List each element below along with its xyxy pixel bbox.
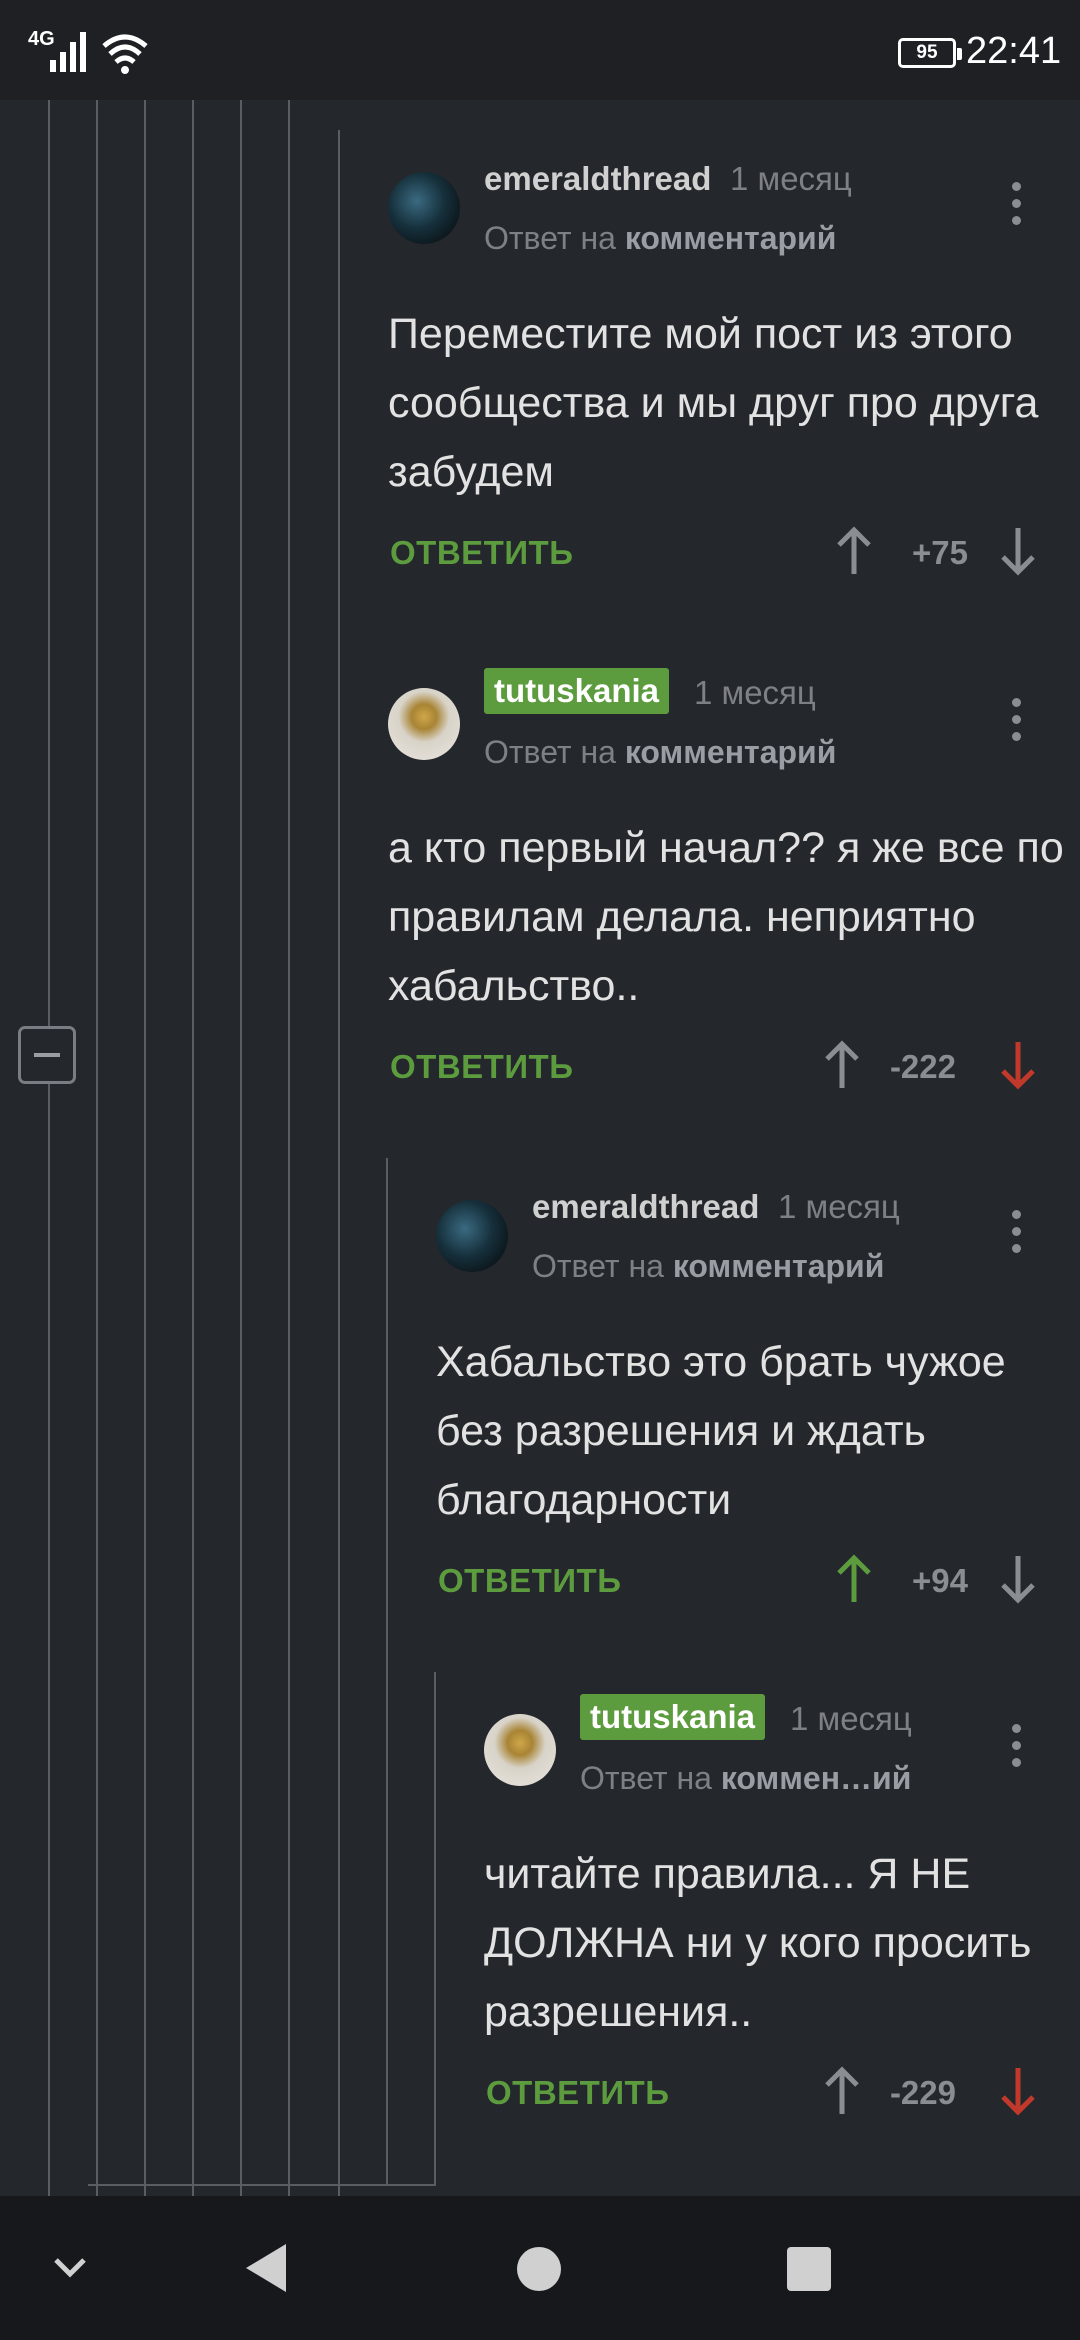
more-vert-icon[interactable]	[1008, 1724, 1024, 1774]
wifi-icon	[102, 34, 148, 74]
score: +75	[912, 534, 968, 571]
arrow-up-icon[interactable]	[822, 1040, 862, 1090]
username[interactable]: tutuskania	[580, 1694, 766, 1740]
status-bar: 4G 95 22:41	[0, 0, 1080, 100]
recents-icon[interactable]	[786, 2246, 832, 2292]
timestamp: 1 месяц	[778, 1188, 900, 1225]
username[interactable]: tutuskania	[484, 668, 670, 714]
reply-button[interactable]: ОТВЕТИТЬ	[390, 1048, 573, 1086]
comment-text: Переместите мой пост из этого сообщества…	[388, 310, 1039, 496]
comment-text: а кто первый начал?? я же все по правила…	[388, 824, 1064, 1010]
arrow-up-icon[interactable]	[834, 1554, 874, 1604]
battery-icon: 95	[898, 38, 962, 68]
username[interactable]: emeraldthread	[532, 1188, 759, 1226]
score: +94	[912, 1562, 968, 1599]
avatar[interactable]	[388, 172, 460, 244]
reply-to-label[interactable]: Ответ на коммен…ий	[580, 1760, 911, 1797]
timestamp: 1 месяц	[694, 674, 816, 711]
score: -222	[889, 1048, 956, 1085]
comment: tutuskania 1 месяц Ответ на комментарий …	[388, 668, 1068, 1118]
arrow-down-icon[interactable]	[998, 2066, 1038, 2116]
more-vert-icon[interactable]	[1008, 182, 1024, 232]
arrow-down-icon[interactable]	[998, 1040, 1038, 1090]
arrow-down-icon[interactable]	[998, 526, 1038, 576]
reply-button[interactable]: ОТВЕТИТЬ	[438, 1562, 621, 1600]
avatar[interactable]	[484, 1714, 556, 1786]
comment: emeraldthread 1 месяц Ответ на комментар…	[388, 160, 1068, 602]
chevron-down-icon[interactable]	[50, 2252, 90, 2284]
username[interactable]: emeraldthread	[484, 160, 711, 198]
timestamp: 1 месяц	[730, 160, 852, 197]
comment: tutuskania 1 месяц Ответ на коммен…ий чи…	[484, 1694, 1068, 2144]
reply-to-label[interactable]: Ответ на комментарий	[484, 734, 836, 771]
collapse-thread-button[interactable]	[18, 1026, 76, 1084]
avatar[interactable]	[388, 688, 460, 760]
reply-button[interactable]: ОТВЕТИТЬ	[390, 534, 573, 572]
back-icon[interactable]	[242, 2242, 290, 2294]
reply-to-label[interactable]: Ответ на комментарий	[532, 1248, 884, 1285]
home-icon[interactable]	[516, 2246, 562, 2292]
avatar[interactable]	[436, 1200, 508, 1272]
comment-text: Хабальство это брать чужое без разрешени…	[436, 1338, 1006, 1524]
comment: emeraldthread 1 месяц Ответ на комментар…	[436, 1188, 1068, 1630]
arrow-up-icon[interactable]	[822, 2066, 862, 2116]
more-vert-icon[interactable]	[1008, 1210, 1024, 1260]
reply-to-label[interactable]: Ответ на комментарий	[484, 220, 836, 257]
reply-button[interactable]: ОТВЕТИТЬ	[486, 2074, 669, 2112]
system-nav-bar	[0, 2196, 1080, 2340]
clock: 22:41	[966, 30, 1062, 72]
signal-icon	[50, 32, 86, 72]
more-vert-icon[interactable]	[1008, 698, 1024, 748]
comment-text: читайте правила... Я НЕ ДОЛЖНА ни у кого…	[484, 1850, 1032, 2036]
arrow-down-icon[interactable]	[998, 1554, 1038, 1604]
score: -229	[889, 2074, 956, 2111]
timestamp: 1 месяц	[790, 1700, 912, 1737]
arrow-up-icon[interactable]	[834, 526, 874, 576]
